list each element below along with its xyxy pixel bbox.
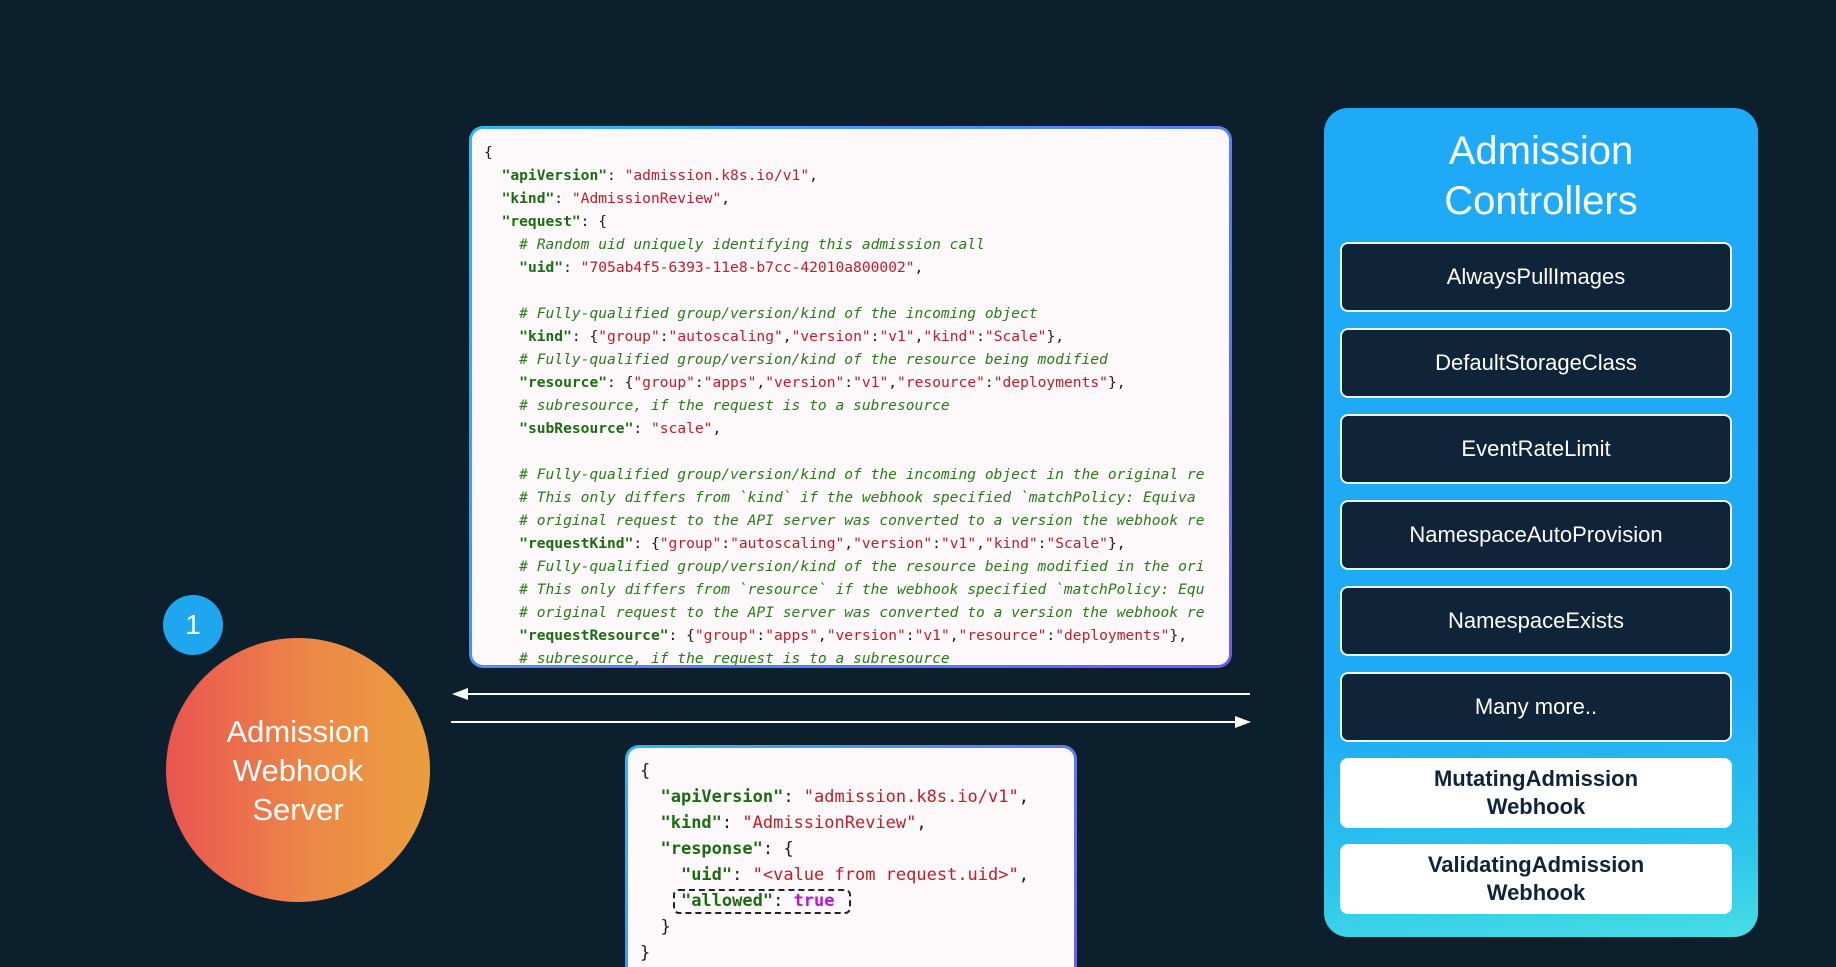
arrow-to-server-head	[452, 688, 468, 700]
controller-namespace-exists: NamespaceExists	[1340, 586, 1732, 656]
admission-webhook-server: Admission Webhook Server	[166, 638, 430, 902]
controller-default-storage-class: DefaultStorageClass	[1340, 328, 1732, 398]
controller-mutating-admission-webhook: MutatingAdmission Webhook	[1340, 758, 1732, 828]
panel-title: Admission Controllers	[1444, 129, 1638, 223]
code-key: "allowed"	[680, 891, 774, 911]
response-code-block: { "apiVersion": "admission.k8s.io/v1", "…	[640, 761, 1029, 963]
admission-review-response-card: { "apiVersion": "admission.k8s.io/v1", "…	[625, 745, 1077, 967]
code-value: "<value from request.uid>"	[752, 865, 1019, 885]
controller-validating-admission-webhook: ValidatingAdmission Webhook	[1340, 844, 1732, 914]
controller-many-more: Many more..	[1340, 672, 1732, 742]
code-key: "response"	[660, 839, 763, 859]
code-key: "kind"	[660, 813, 722, 833]
allowed-value: true	[793, 891, 835, 911]
code-value: "admission.k8s.io/v1"	[803, 787, 1019, 807]
code-close-brace: }	[660, 917, 671, 937]
code-close-brace: }	[640, 943, 651, 963]
code-open-brace: {	[640, 761, 651, 781]
code-key: "apiVersion"	[660, 787, 784, 807]
server-label: Admission Webhook Server	[226, 713, 370, 827]
code-key: "uid"	[680, 865, 733, 885]
controller-event-rate-limit: EventRateLimit	[1340, 414, 1732, 484]
controller-always-pull-images: AlwaysPullImages	[1340, 242, 1732, 312]
controller-namespace-auto-provision: NamespaceAutoProvision	[1340, 500, 1732, 570]
admission-controllers-panel: Admission Controllers AlwaysPullImages D…	[1324, 108, 1758, 937]
step-number-badge: 1	[163, 595, 223, 655]
arrow-to-apiserver-head	[1235, 716, 1251, 728]
code-value: "AdmissionReview"	[742, 813, 917, 833]
allowed-highlight-box: "allowed": true	[672, 889, 851, 914]
